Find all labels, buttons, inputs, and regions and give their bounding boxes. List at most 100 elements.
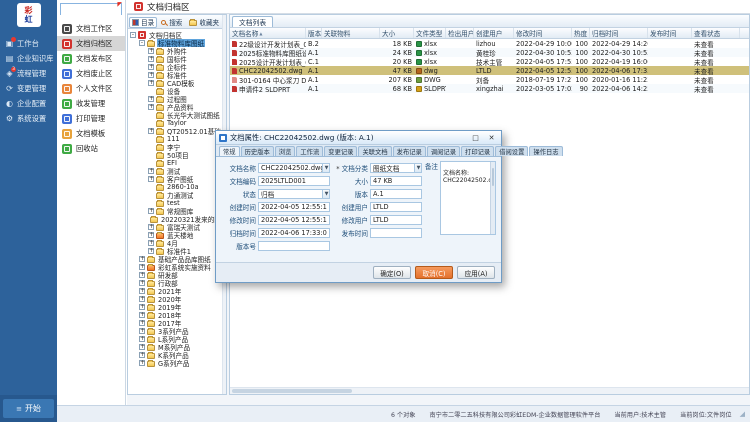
tree-item-8[interactable]: 设备: [128, 87, 226, 95]
expand-icon[interactable]: +: [148, 104, 154, 110]
tree-item-26[interactable]: +蓝天楼地: [128, 231, 226, 239]
tab-document-list[interactable]: 文档列表: [232, 16, 273, 27]
expand-icon[interactable]: +: [148, 168, 154, 174]
tree-item-1[interactable]: -文档归档区: [128, 31, 226, 39]
tree-item-37[interactable]: +2017年: [128, 319, 226, 327]
start-button[interactable]: ≡ 开始: [3, 399, 54, 418]
column-header-4[interactable]: 大小: [380, 28, 414, 38]
column-header-9[interactable]: 热度: [572, 28, 590, 38]
dialog-tab-8[interactable]: 调阅记录: [427, 146, 460, 156]
column-header-3[interactable]: 关联物料: [322, 28, 380, 38]
tree-item-11[interactable]: 长光华大测试图纸: [128, 111, 226, 119]
field-input-发布时间[interactable]: [370, 228, 422, 238]
tree-item-3[interactable]: +外购件: [128, 47, 226, 55]
table-row-3[interactable]: 2025设计开发计划表_000001...C.120 KBxlsx技术主管202…: [230, 57, 749, 66]
tree-item-5[interactable]: +企标件: [128, 63, 226, 71]
expand-icon[interactable]: +: [148, 176, 154, 182]
tree-item-39[interactable]: +L系列产品: [128, 335, 226, 343]
field-input-创建时间[interactable]: 2022-04-05 12:55:18: [258, 202, 330, 212]
menu-item-8[interactable]: 文档模板: [57, 126, 125, 141]
expand-icon[interactable]: +: [148, 96, 154, 102]
menu-search-input[interactable]: [61, 13, 121, 23]
maximize-icon[interactable]: □: [469, 132, 482, 143]
tree-item-24[interactable]: 20220321发来的图纸: [128, 215, 226, 223]
column-header-12[interactable]: 查看状态: [692, 28, 740, 38]
expand-icon[interactable]: +: [139, 360, 145, 366]
column-header-7[interactable]: 创建用户: [474, 28, 514, 38]
dialog-tab-5[interactable]: 变更记录: [324, 146, 357, 156]
resize-grip[interactable]: ◢: [740, 410, 745, 418]
dialog-button-1[interactable]: 确定(O): [373, 266, 411, 279]
expand-icon[interactable]: +: [148, 224, 154, 230]
sidebar-item-1[interactable]: ▣工作台: [0, 37, 57, 51]
field-input-版本[interactable]: A.1: [370, 189, 422, 199]
tree-item-9[interactable]: +过程图: [128, 95, 226, 103]
expand-icon[interactable]: +: [148, 72, 154, 78]
tree-item-22[interactable]: test: [128, 199, 226, 207]
dialog-button-2[interactable]: 取消(C): [415, 266, 453, 279]
close-icon[interactable]: ✕: [485, 132, 498, 143]
dialog-tab-4[interactable]: 工作流: [296, 146, 323, 156]
tree-item-23[interactable]: +常规图库: [128, 207, 226, 215]
tree-item-29[interactable]: +基础产品品库图纸: [128, 255, 226, 263]
expand-icon[interactable]: +: [139, 296, 145, 302]
collapse-icon[interactable]: -: [130, 32, 136, 38]
menu-item-7[interactable]: 打印管理: [57, 111, 125, 126]
dialog-tab-1[interactable]: 常规: [219, 146, 240, 156]
expand-icon[interactable]: +: [139, 320, 145, 326]
menu-item-4[interactable]: 文档废止区: [57, 66, 125, 81]
expand-icon[interactable]: +: [139, 304, 145, 310]
field-input-文档名称[interactable]: CHC22042502.dwg▼: [258, 163, 330, 173]
tree-item-10[interactable]: +产品资料: [128, 103, 226, 111]
expand-icon[interactable]: +: [139, 256, 145, 262]
expand-icon[interactable]: +: [148, 80, 154, 86]
dialog-tab-10[interactable]: 借阅设置: [495, 146, 528, 156]
tree-item-18[interactable]: +测试: [128, 167, 226, 175]
dialog-tab-3[interactable]: 浏览: [275, 146, 296, 156]
tree-item-16[interactable]: 50项目: [128, 151, 226, 159]
field-input-大小[interactable]: 47 KB: [370, 176, 422, 186]
tree-tab-3[interactable]: 收藏夹: [186, 17, 222, 28]
column-header-10[interactable]: 归档时间: [590, 28, 648, 38]
column-header-1[interactable]: 文档名称▲: [230, 28, 306, 38]
tree-item-12[interactable]: Taylor: [128, 119, 226, 127]
column-header-8[interactable]: 修改时间: [514, 28, 572, 38]
sidebar-item-6[interactable]: ⚙系统设置: [0, 112, 57, 126]
note-scrollbar[interactable]: [490, 162, 495, 234]
note-textarea[interactable]: 文档名称: CHC22042502.dwg: [440, 161, 496, 235]
tree-item-20[interactable]: 2860-10a: [128, 183, 226, 191]
dialog-tab-7[interactable]: 发布记录: [393, 146, 426, 156]
tree-item-42[interactable]: +G系列产品: [128, 359, 226, 367]
expand-icon[interactable]: +: [148, 48, 154, 54]
tree-item-6[interactable]: +标准件: [128, 71, 226, 79]
tree-item-33[interactable]: +2021年: [128, 287, 226, 295]
tree-item-21[interactable]: 力通测试: [128, 191, 226, 199]
tree-item-14[interactable]: 111: [128, 135, 226, 143]
field-input-修改时间[interactable]: 2022-04-05 12:55:18: [258, 215, 330, 225]
table-row-6[interactable]: 申请件2 SLDPRTA.168 KBSLDPRTxingzhai2022-03…: [230, 84, 749, 93]
expand-icon[interactable]: +: [139, 312, 145, 318]
table-horizontal-scrollbar[interactable]: [230, 387, 749, 394]
column-header-5[interactable]: 文件类型: [414, 28, 446, 38]
dialog-tab-9[interactable]: 打印记录: [461, 146, 494, 156]
tree-item-41[interactable]: +K系列产品: [128, 351, 226, 359]
tree-item-40[interactable]: +M系列产品: [128, 343, 226, 351]
tree-item-7[interactable]: +CAD模板: [128, 79, 226, 87]
expand-icon[interactable]: +: [148, 240, 154, 246]
expand-icon[interactable]: +: [139, 336, 145, 342]
tree-tab-1[interactable]: 目录: [129, 17, 157, 28]
tree-item-28[interactable]: +标准件1: [128, 247, 226, 255]
expand-icon[interactable]: +: [139, 352, 145, 358]
dialog-button-3[interactable]: 应用(A): [457, 266, 495, 279]
expand-icon[interactable]: +: [139, 344, 145, 350]
sidebar-item-2[interactable]: ▤企业知识库: [0, 52, 57, 66]
field-input-文档编码[interactable]: 2025LTLD001: [258, 176, 330, 186]
menu-item-5[interactable]: 个人文件区: [57, 81, 125, 96]
tree-item-35[interactable]: +2019年: [128, 303, 226, 311]
field-input-创建用户[interactable]: LTLD: [370, 202, 422, 212]
menu-item-1[interactable]: 文档工作区: [57, 21, 125, 36]
column-header-6[interactable]: 检出用户: [446, 28, 474, 38]
expand-icon[interactable]: +: [139, 328, 145, 334]
tree-item-27[interactable]: +4月: [128, 239, 226, 247]
field-input-版本号[interactable]: [258, 241, 330, 251]
